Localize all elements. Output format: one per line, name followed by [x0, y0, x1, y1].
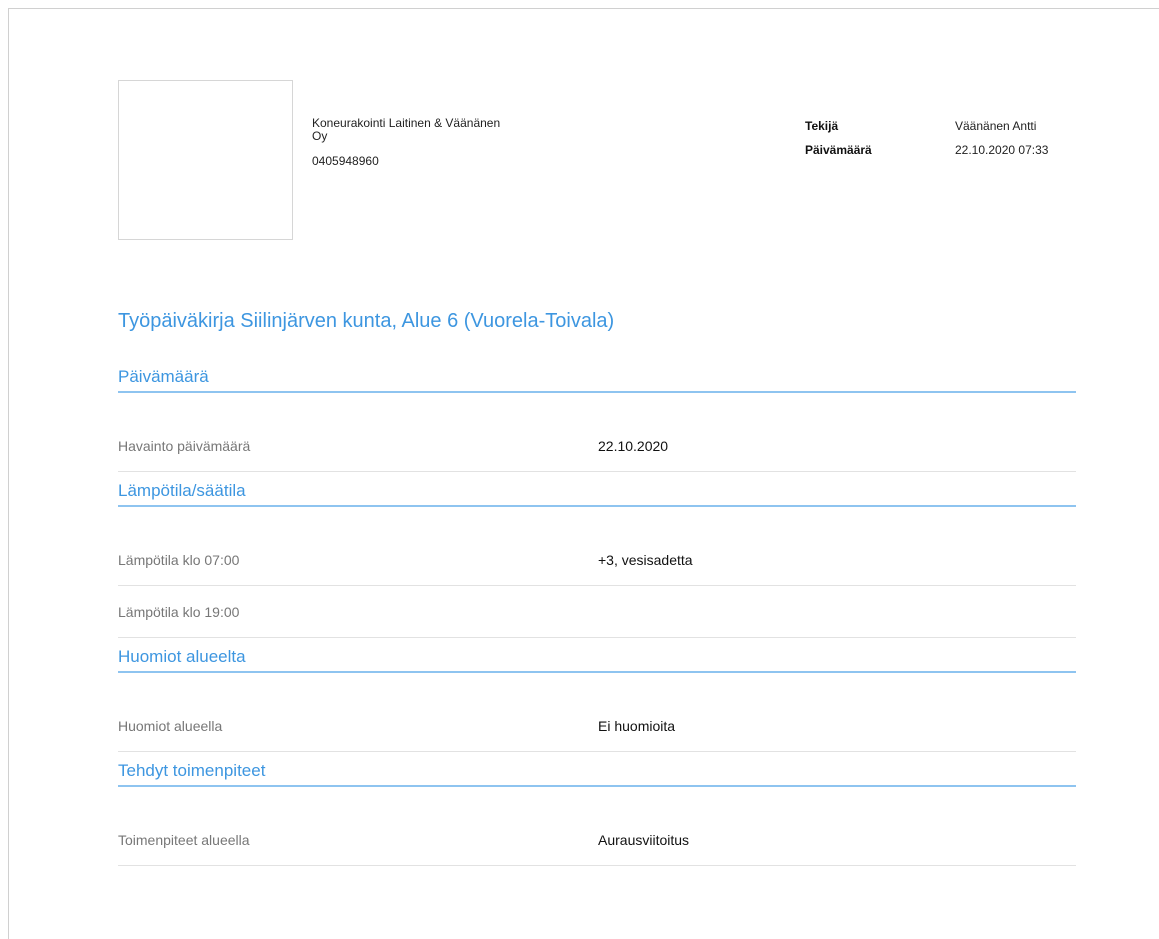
section-heading: Päivämäärä [118, 366, 1076, 393]
field-label: Lämpötila klo 07:00 [118, 551, 240, 568]
field-value: 22.10.2020 [598, 437, 669, 454]
section-heading: Lämpötila/säätila [118, 480, 1076, 507]
meta-value: 22.10.2020 07:33 [955, 143, 1049, 157]
meta-row-date: Päivämäärä 22.10.2020 07:33 [805, 143, 1048, 167]
company-info: Koneurakointi Laitinen & Väänänen Oy 040… [312, 117, 542, 168]
field-value: +3, vesisadetta [598, 551, 693, 568]
field-value: Ei huomioita [598, 717, 676, 734]
company-name-line1: Koneurakointi Laitinen & Väänänen [312, 116, 501, 130]
field-label: Lämpötila klo 19:00 [118, 603, 240, 620]
meta-row-author: Tekijä Väänänen Antti [805, 119, 1048, 143]
report-meta: Tekijä Väänänen Antti Päivämäärä 22.10.2… [805, 119, 1048, 167]
field-value: Aurausviitoitus [598, 831, 690, 848]
field-row: Toimenpiteet alueella Aurausviitoitus [118, 787, 1076, 866]
field-label: Havainto päivämäärä [118, 437, 251, 454]
field-row: Huomiot alueella Ei huomioita [118, 673, 1076, 752]
company-name: Koneurakointi Laitinen & Väänänen Oy [312, 117, 542, 143]
company-phone: 0405948960 [312, 154, 379, 168]
report-page: Koneurakointi Laitinen & Väänänen Oy 040… [8, 8, 1159, 939]
company-name-line2: Oy [312, 129, 328, 143]
logo-placeholder [118, 80, 293, 240]
field-label: Toimenpiteet alueella [118, 831, 250, 848]
field-row: Havainto päivämäärä 22.10.2020 [118, 393, 1076, 472]
document-title: Työpäiväkirja Siilinjärven kunta, Alue 6… [118, 310, 615, 332]
report-sections: Päivämäärä Havainto päivämäärä 22.10.202… [118, 366, 1076, 866]
meta-value: Väänänen Antti [955, 119, 1037, 133]
section-heading: Tehdyt toimenpiteet [118, 760, 1076, 787]
meta-label: Päivämäärä [805, 143, 872, 157]
field-row: Lämpötila klo 07:00 +3, vesisadetta [118, 507, 1076, 586]
field-label: Huomiot alueella [118, 717, 223, 734]
section-heading: Huomiot alueelta [118, 646, 1076, 673]
field-row: Lämpötila klo 19:00 [118, 586, 1076, 638]
meta-label: Tekijä [805, 119, 839, 133]
